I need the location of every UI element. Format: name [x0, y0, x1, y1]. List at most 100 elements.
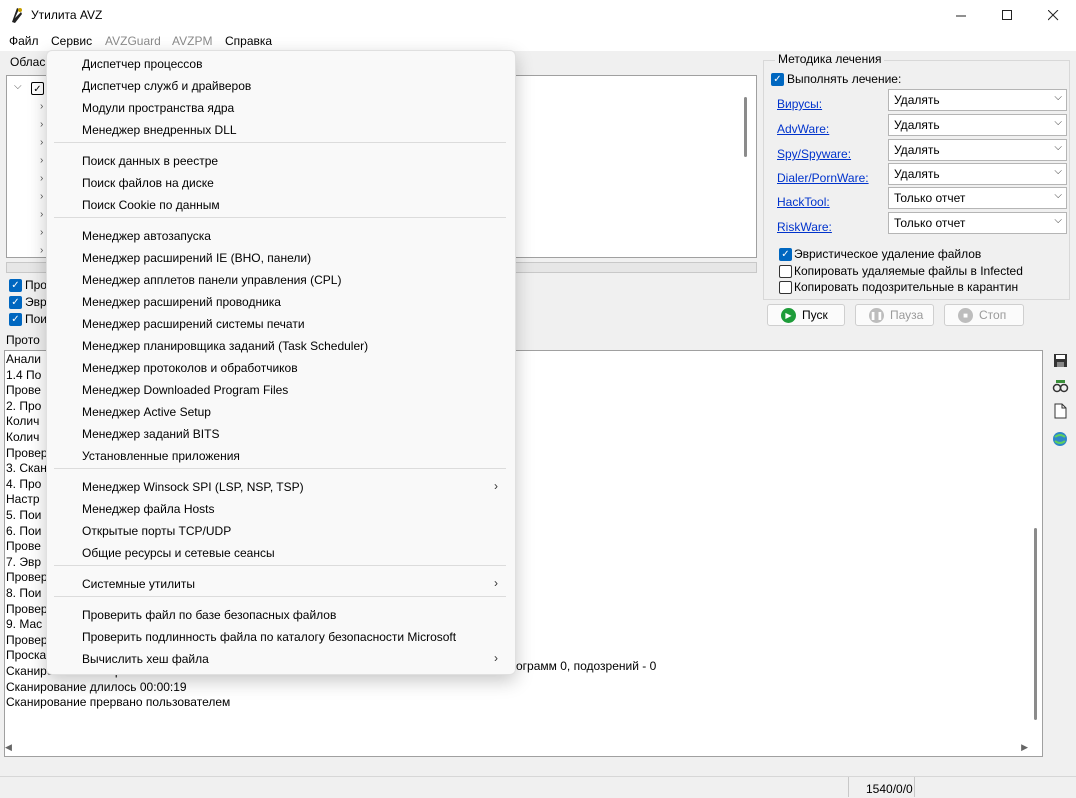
menu-item[interactable]: Менеджер автозапуска	[82, 229, 211, 243]
chevron-right-icon[interactable]: ›	[40, 101, 43, 112]
viruses-link[interactable]: Вирусы:	[777, 97, 822, 111]
maximize-button[interactable]	[984, 0, 1030, 31]
option-checkbox[interactable]: ✓	[9, 313, 22, 326]
advware-link[interactable]: AdvWare:	[777, 122, 829, 136]
treatment-title: Методика лечения	[775, 52, 885, 66]
log-tab[interactable]: Прото	[6, 333, 40, 347]
menu-item[interactable]: Проверить файл по базе безопасных файлов	[82, 608, 336, 622]
close-icon	[1047, 10, 1058, 21]
hacktool-link[interactable]: HackTool:	[777, 195, 830, 209]
chevron-right-icon[interactable]: ›	[40, 137, 43, 148]
menu-item[interactable]: Открытые порты TCP/UDP	[82, 524, 231, 538]
log-line: Анали	[6, 352, 42, 366]
menu-item[interactable]: Менеджер Downloaded Program Files	[82, 383, 288, 397]
log-line: Проска	[6, 648, 47, 663]
copy-infected-checkbox[interactable]	[779, 265, 792, 278]
menu-item[interactable]: Менеджер файла Hosts	[82, 502, 215, 516]
menu-help[interactable]: Справка	[225, 34, 272, 48]
menu-item[interactable]: Системные утилиты	[82, 577, 195, 591]
find-infected-button[interactable]	[1049, 375, 1071, 397]
log-line: 2. Про	[6, 398, 42, 413]
menu-item[interactable]: Менеджер расширений IE (BHO, панели)	[82, 251, 311, 265]
copy-quarantine-checkbox[interactable]	[779, 281, 792, 294]
log-line: Сканирование прервано пользователем	[6, 695, 231, 710]
menu-item[interactable]: Установленные приложения	[82, 449, 240, 463]
option-checkbox[interactable]: ✓	[9, 279, 22, 292]
menu-item[interactable]: Менеджер Active Setup	[82, 405, 211, 419]
menu-item[interactable]: Менеджер расширений проводника	[82, 295, 281, 309]
menu-item[interactable]: Менеджер расширений системы печати	[82, 317, 305, 331]
network-button[interactable]	[1049, 428, 1071, 450]
heuristic-delete-checkbox[interactable]: ✓	[779, 248, 792, 261]
chevron-right-icon[interactable]: ›	[40, 245, 43, 256]
chevron-right-icon[interactable]: ›	[40, 155, 43, 166]
new-document-button[interactable]	[1049, 400, 1071, 422]
chevron-down-icon: ⌵	[1054, 190, 1062, 201]
floppy-save-icon	[1053, 353, 1067, 367]
hacktool-action-select[interactable]: Только отчет ⌵	[888, 187, 1067, 209]
menu-file[interactable]: Файл	[9, 34, 39, 48]
advware-action-select[interactable]: Удалять ⌵	[888, 114, 1067, 136]
menu-item[interactable]: Проверить подлинность файла по каталогу …	[82, 630, 456, 644]
maximize-icon	[1001, 10, 1012, 20]
log-overflow-text: ограмм 0, подозрений - 0	[516, 659, 657, 673]
close-button[interactable]	[1030, 0, 1076, 31]
minimize-button[interactable]	[938, 0, 984, 31]
log-line: 3. Скан	[6, 461, 47, 476]
log-line: 8. Пои	[6, 586, 42, 600]
menu-item[interactable]: Менеджер заданий BITS	[82, 427, 219, 441]
riskware-link[interactable]: RiskWare:	[777, 220, 832, 234]
menu-item[interactable]: Менеджер Winsock SPI (LSP, NSP, TSP)	[82, 480, 304, 494]
menu-item[interactable]: Общие ресурсы и сетевые сеансы	[82, 546, 275, 560]
menu-item[interactable]: Менеджер планировщика заданий (Task Sche…	[82, 339, 368, 353]
dialer-link[interactable]: Dialer/PornWare:	[777, 171, 869, 185]
perform-treatment-checkbox[interactable]: ✓	[771, 73, 784, 86]
menu-avzpm[interactable]: AVZPM	[172, 34, 212, 48]
status-divider	[848, 777, 849, 797]
viruses-action-select[interactable]: Удалять ⌵	[888, 89, 1067, 111]
chevron-right-icon[interactable]: ›	[40, 119, 43, 130]
menu-avzguard[interactable]: AVZGuard	[105, 34, 161, 48]
chevron-right-icon[interactable]: ›	[40, 209, 43, 220]
log-scrollbar[interactable]	[1034, 528, 1037, 720]
log-line: Сканирование длилось 00:00:19	[6, 679, 187, 694]
scan-area-tab[interactable]: Облас	[10, 55, 45, 69]
dialer-action-select[interactable]: Удалять ⌵	[888, 163, 1067, 185]
log-line: 1.4 По	[6, 367, 42, 382]
tree-scrollbar[interactable]	[744, 97, 747, 157]
menu-item[interactable]: Менеджер апплетов панели управления (CPL…	[82, 273, 341, 287]
submenu-chevron-icon: ›	[494, 479, 498, 493]
menu-separator	[54, 468, 506, 469]
menu-service[interactable]: Сервис	[51, 34, 92, 48]
menu-item[interactable]: Менеджер протоколов и обработчиков	[82, 361, 298, 375]
chevron-right-icon[interactable]: ›	[40, 227, 43, 238]
menu-item[interactable]: Поиск данных в реестре	[82, 154, 218, 168]
submenu-chevron-icon: ›	[494, 651, 498, 665]
log-line: 4. Про	[6, 476, 42, 491]
chevron-right-icon[interactable]: ›	[40, 173, 43, 184]
menu-item[interactable]: Поиск файлов на диске	[82, 176, 214, 190]
option-checkbox[interactable]: ✓	[9, 296, 22, 309]
menu-item[interactable]: Модули пространства ядра	[82, 101, 234, 115]
chevron-right-icon[interactable]: ›	[40, 191, 43, 202]
tree-expand-icon[interactable]: ⌵	[14, 81, 22, 92]
spyware-link[interactable]: Spy/Spyware:	[777, 147, 851, 161]
menu-item[interactable]: Менеджер внедренных DLL	[82, 123, 237, 137]
menu-item[interactable]: Поиск Cookie по данным	[82, 198, 220, 212]
save-log-button[interactable]	[1049, 349, 1071, 371]
chevron-down-icon: ⌵	[1054, 166, 1062, 177]
start-button[interactable]: ▶ Пуск	[767, 304, 845, 326]
menu-item[interactable]: Вычислить хеш файла	[82, 652, 209, 666]
spyware-action-select[interactable]: Удалять ⌵	[888, 139, 1067, 161]
menu-item[interactable]: Диспетчер служб и драйверов	[82, 79, 251, 93]
tree-root-checkbox[interactable]: ✓	[31, 82, 44, 95]
riskware-action-select[interactable]: Только отчет ⌵	[888, 212, 1067, 234]
log-horizontal-scrollbar[interactable]: ◀ ▶	[5, 742, 1028, 756]
pause-button[interactable]: ❚❚ Пауза	[855, 304, 934, 326]
copy-infected-label: Копировать удаляемые файлы в Infected	[794, 264, 1023, 278]
menu-item[interactable]: Диспетчер процессов	[82, 57, 202, 71]
stop-button[interactable]: ■ Стоп	[944, 304, 1024, 326]
scroll-right-icon[interactable]: ▶	[1021, 742, 1028, 753]
scroll-left-icon[interactable]: ◀	[5, 742, 12, 753]
stop-icon: ■	[958, 307, 973, 323]
